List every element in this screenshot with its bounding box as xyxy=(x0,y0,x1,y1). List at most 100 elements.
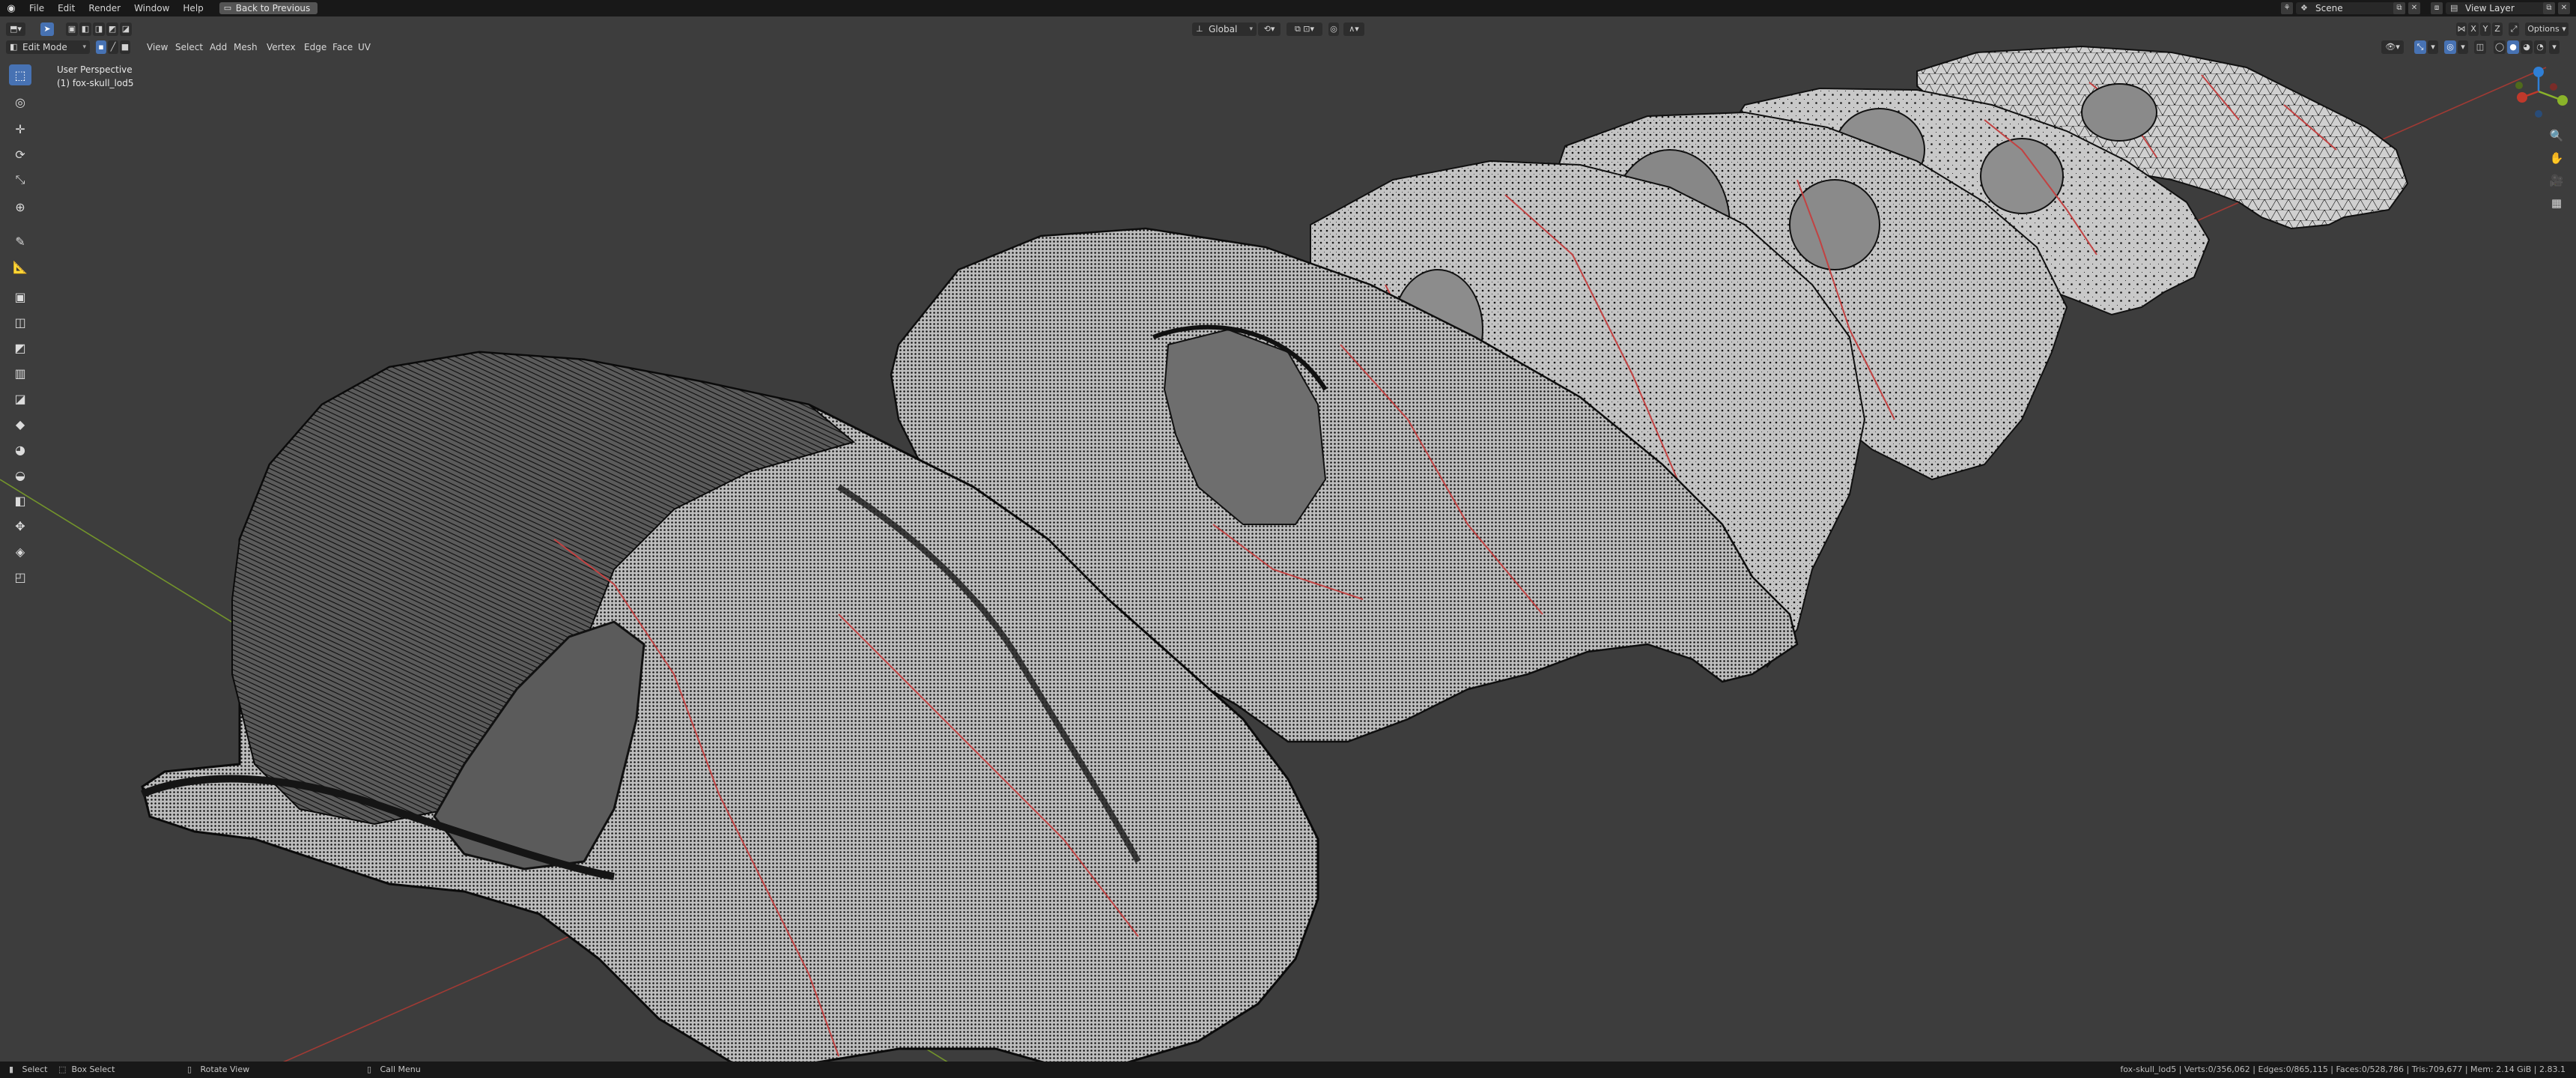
mode-extend-icon[interactable]: ◧ xyxy=(79,22,91,36)
blender-logo-icon[interactable]: ◉ xyxy=(0,0,22,16)
tool-scale[interactable]: ⤡ xyxy=(9,169,31,190)
mouse-middle-icon: ▯ xyxy=(187,1065,192,1074)
menu-uv[interactable]: UV xyxy=(353,40,375,54)
tool-measure[interactable]: 📐 xyxy=(9,256,31,277)
back-to-previous-label: Back to Previous xyxy=(235,3,311,13)
material-shading-icon[interactable]: ◕ xyxy=(2521,40,2533,54)
rip-region-icon: ◰ xyxy=(14,569,26,584)
tool-move[interactable]: ✛ xyxy=(9,118,31,139)
tool-inset[interactable]: ◫ xyxy=(9,312,31,333)
mode-new-icon[interactable]: ▣ xyxy=(66,22,78,36)
new-view-layer-icon[interactable]: ⧉ xyxy=(2543,2,2555,14)
scene-type-icon: ❖ xyxy=(2300,3,2308,13)
solid-shading-icon[interactable]: ● xyxy=(2507,40,2519,54)
tool-select-box[interactable]: ⬚ xyxy=(9,64,31,85)
tool-rip-region[interactable]: ◰ xyxy=(9,566,31,587)
menu-edit[interactable]: Edit xyxy=(51,0,82,16)
mirror-z-button[interactable]: Z xyxy=(2492,22,2503,36)
options-dropdown[interactable]: Options ▾ xyxy=(2525,22,2569,36)
3d-viewport[interactable] xyxy=(0,0,2576,1078)
menu-help[interactable]: Help xyxy=(176,0,210,16)
menu-vertex[interactable]: Vertex xyxy=(262,40,300,54)
view-layer-icon[interactable]: ⧈ xyxy=(2431,2,2443,14)
tool-annotate[interactable]: ✎ xyxy=(9,231,31,252)
editor-type-button[interactable]: ⬒▾ xyxy=(6,22,25,36)
menu-edge[interactable]: Edge xyxy=(300,40,331,54)
vertex-select-mode-icon[interactable]: ▪ xyxy=(96,40,106,54)
mirror-y-button[interactable]: Y xyxy=(2480,22,2491,36)
tool-poly-build[interactable]: ◆ xyxy=(9,414,31,434)
shading-dropdown-icon[interactable]: ▾ xyxy=(2549,40,2560,54)
delete-view-layer-icon[interactable]: ✕ xyxy=(2558,2,2570,14)
delete-scene-icon[interactable]: ✕ xyxy=(2408,2,2420,14)
tool-bevel[interactable]: ◩ xyxy=(9,337,31,358)
menu-file[interactable]: File xyxy=(22,0,51,16)
tool-select-icon[interactable]: ➤ xyxy=(40,22,54,36)
scene-selector[interactable]: ❖ Scene xyxy=(2296,2,2405,14)
mode-subtract-icon[interactable]: ◨ xyxy=(93,22,105,36)
falloff-icon[interactable]: ∧▾ xyxy=(1343,22,1364,36)
gizmo-dropdown-icon[interactable]: ▾ xyxy=(2428,40,2438,54)
xray-toggle-icon[interactable]: ◫ xyxy=(2474,40,2486,54)
gizmo-neg-x xyxy=(2550,83,2557,91)
tool-spin[interactable]: ◕ xyxy=(9,439,31,460)
visibility-icon[interactable]: 👁▾ xyxy=(2381,40,2404,54)
face-select-mode-icon[interactable]: ■ xyxy=(120,40,130,54)
new-scene-icon[interactable]: ⧉ xyxy=(2393,2,2405,14)
status-box-select-label: Box Select xyxy=(71,1065,115,1074)
view-layer-selector[interactable]: ▤ View Layer xyxy=(2446,2,2555,14)
tool-extrude[interactable]: ▣ xyxy=(9,286,31,307)
transform-orientation-dropdown[interactable]: ⊥ Global ▾ xyxy=(1192,22,1257,36)
tool-knife[interactable]: ◪ xyxy=(9,388,31,409)
pan-hand-icon[interactable]: ✋ xyxy=(2547,148,2566,168)
mouse-drag-icon: ⬚ xyxy=(58,1065,67,1074)
edit-mode-icon: ◧ xyxy=(10,42,18,52)
gizmo-toggle-icon[interactable]: ⤡ xyxy=(2414,40,2426,54)
tool-transform[interactable]: ⊕ xyxy=(9,196,31,217)
status-rotate-view-label: Rotate View xyxy=(200,1065,250,1074)
tool-cursor[interactable]: ◎ xyxy=(9,91,31,112)
scene-label: Scene xyxy=(2315,3,2343,13)
pivot-point-icon[interactable]: ⟲▾ xyxy=(1258,22,1281,36)
mode-intersect-icon[interactable]: ◪ xyxy=(120,22,132,36)
menu-view[interactable]: View xyxy=(142,40,172,54)
rotate-icon: ⟳ xyxy=(15,147,25,162)
menu-select[interactable]: Select xyxy=(171,40,207,54)
wireframe-shading-icon[interactable]: ◯ xyxy=(2494,40,2506,54)
scene-icon[interactable]: ⚘ xyxy=(2281,2,2293,14)
move-icon: ✛ xyxy=(15,121,25,136)
status-call-menu-label: Call Menu xyxy=(380,1065,421,1074)
tool-shear[interactable]: ◈ xyxy=(9,541,31,562)
tool-shrink-fatten[interactable]: ✥ xyxy=(9,515,31,536)
menu-render[interactable]: Render xyxy=(82,0,127,16)
mirror-x-button[interactable]: X xyxy=(2468,22,2479,36)
menu-mesh[interactable]: Mesh xyxy=(229,40,262,54)
snap-icon[interactable]: ⧉ ⊡▾ xyxy=(1287,22,1322,36)
camera-view-icon[interactable]: 🎥 xyxy=(2547,171,2566,190)
mode-invert-icon[interactable]: ◩ xyxy=(106,22,118,36)
tool-edge-slide[interactable]: ◧ xyxy=(9,490,31,511)
tool-rotate[interactable]: ⟳ xyxy=(9,144,31,165)
tool-smooth[interactable]: ◒ xyxy=(9,464,31,485)
gizmo-x-axis xyxy=(2517,92,2527,103)
status-box-select: ⬚ Box Select xyxy=(58,1062,115,1078)
overlays-toggle-icon[interactable]: ◎ xyxy=(2444,40,2456,54)
navigation-gizmo[interactable] xyxy=(2509,61,2569,121)
proportional-edit-icon[interactable]: ◎ xyxy=(1328,22,1339,36)
auto-merge-icon[interactable]: ⤢ xyxy=(2509,22,2519,36)
ortho-grid-icon[interactable]: ▦ xyxy=(2547,193,2566,213)
mode-label: Edit Mode xyxy=(22,42,67,52)
edge-select-mode-icon[interactable]: ╱ xyxy=(108,40,118,54)
rendered-shading-icon[interactable]: ◔ xyxy=(2534,40,2546,54)
tool-loop-cut[interactable]: ▥ xyxy=(9,363,31,384)
status-call-menu: ▯ Call Menu xyxy=(367,1062,421,1078)
mode-dropdown[interactable]: ◧ Edit Mode ▾ xyxy=(6,40,90,54)
menu-window[interactable]: Window xyxy=(127,0,176,16)
overlays-dropdown-icon[interactable]: ▾ xyxy=(2458,40,2468,54)
status-select-label: Select xyxy=(22,1065,48,1074)
back-to-previous-button[interactable]: ▭ Back to Previous xyxy=(219,2,318,14)
options-label: Options xyxy=(2527,24,2560,34)
x-mirror-icon[interactable]: ⋈ xyxy=(2456,22,2467,36)
menu-add[interactable]: Add xyxy=(205,40,231,54)
zoom-icon[interactable]: 🔍 xyxy=(2547,126,2566,145)
